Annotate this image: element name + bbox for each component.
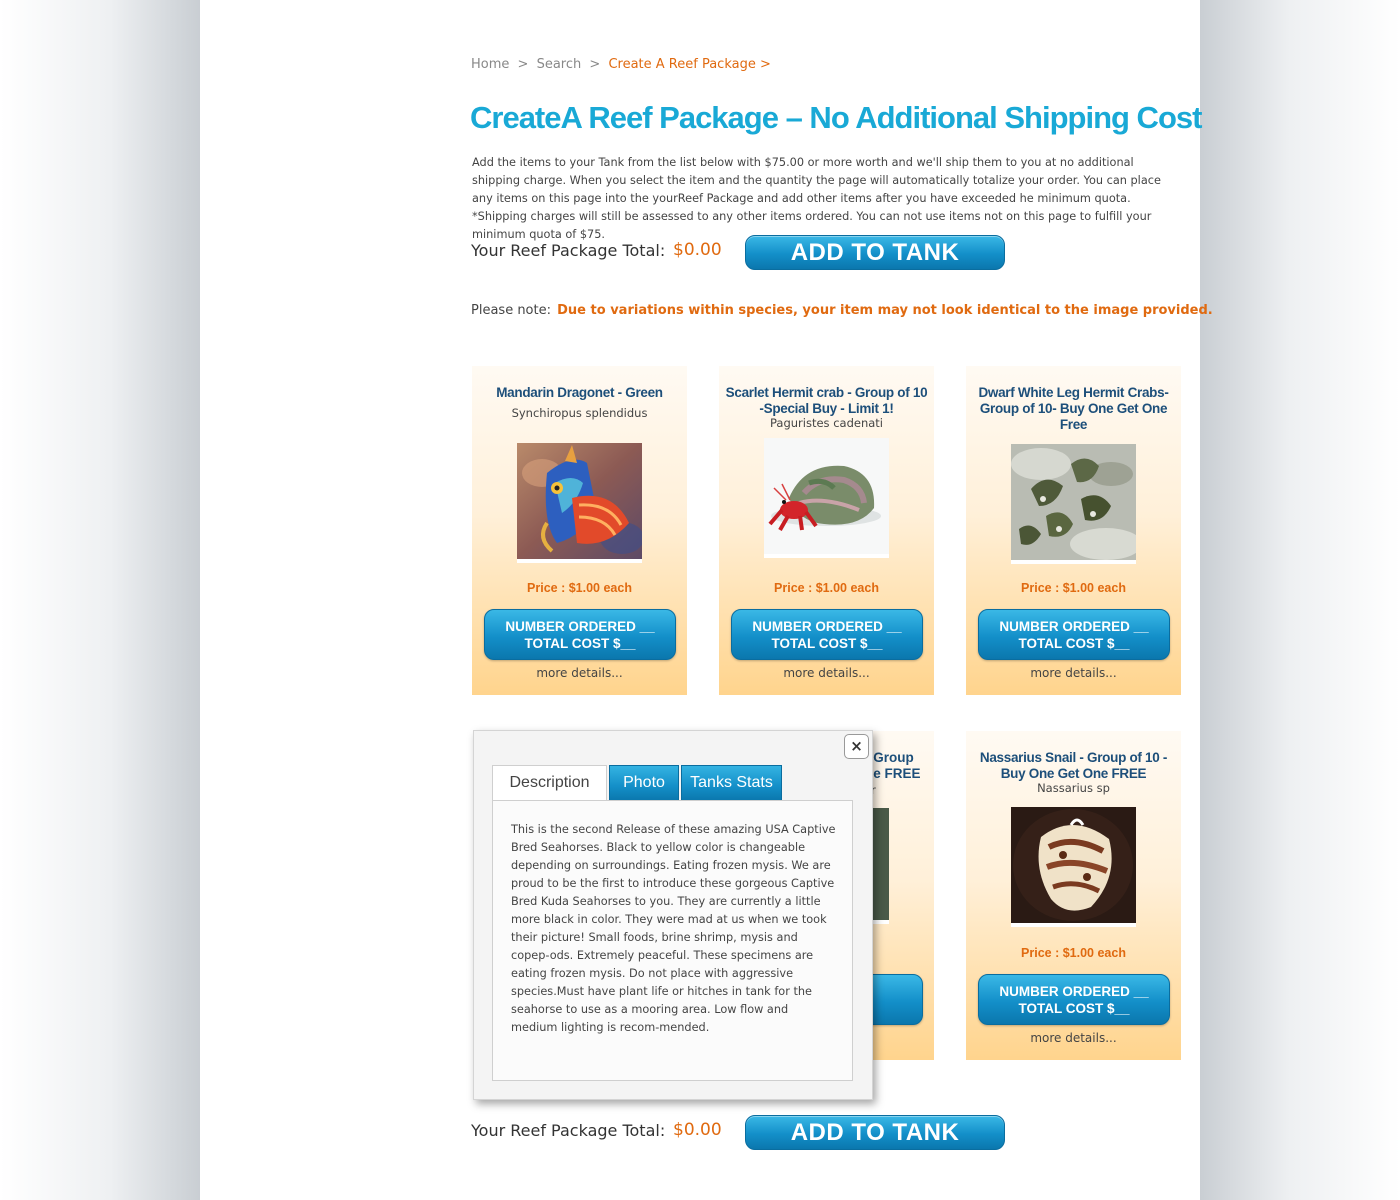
tab-tanks-stats[interactable]: Tanks Stats <box>681 765 782 801</box>
number-ordered-label: NUMBER ORDERED __ <box>999 619 1149 634</box>
package-total-top: Your Reef Package Total: $0.00 ADD TO TA… <box>471 235 1011 271</box>
total-cost-label: TOTAL COST $__ <box>1018 1001 1130 1016</box>
breadcrumb-separator: > <box>517 57 529 72</box>
number-ordered-button[interactable]: NUMBER ORDERED __ TOTAL COST $__ <box>978 974 1170 1025</box>
breadcrumb-search-link[interactable]: Search <box>537 57 582 72</box>
breadcrumb: Home > Search > Create A Reef Package > <box>471 57 771 72</box>
package-total-bottom: Your Reef Package Total: $0.00 ADD TO TA… <box>471 1115 1011 1151</box>
product-description: This is the second Release of these amaz… <box>511 823 836 1034</box>
product-scientific-name: Paguristes cadenati <box>770 416 883 430</box>
right-shadow <box>1200 0 1400 1200</box>
species-note: Please note: Due to variations within sp… <box>471 303 1213 318</box>
tab-photo[interactable]: Photo <box>609 765 679 801</box>
white-leg-hermit-crabs-photo[interactable] <box>1011 444 1136 564</box>
page-title: CreateA Reef Package – No Additional Shi… <box>470 100 1202 135</box>
product-title[interactable]: Scarlet Hermit crab - Group of 10 -Speci… <box>725 385 928 417</box>
note-warning: Due to variations within species, your i… <box>557 303 1213 318</box>
scarlet-hermit-crab-photo[interactable] <box>764 438 889 558</box>
product-details-popup: × Description Photo Tanks Stats This is … <box>473 730 873 1100</box>
tab-description[interactable]: Description <box>492 765 607 801</box>
product-card-nassarius-snail: Nassarius Snail - Group of 10 - Buy One … <box>966 731 1181 1060</box>
product-price: Price : $1.00 each <box>1021 581 1126 595</box>
package-total-value: $0.00 <box>673 240 722 260</box>
product-price: Price : $1.00 each <box>1021 946 1126 960</box>
number-ordered-label: NUMBER ORDERED __ <box>999 984 1149 999</box>
package-total-label: Your Reef Package Total: <box>471 1121 666 1140</box>
product-scientific-name: Nassarius sp <box>1037 781 1110 795</box>
breadcrumb-home-link[interactable]: Home <box>471 57 509 72</box>
total-cost-label: TOTAL COST $__ <box>1018 636 1130 651</box>
total-cost-label: TOTAL COST $__ <box>771 636 883 651</box>
breadcrumb-separator: > <box>589 57 601 72</box>
number-ordered-button[interactable]: NUMBER ORDERED __ TOTAL COST $__ <box>731 609 923 660</box>
number-ordered-label: NUMBER ORDERED __ <box>505 619 655 634</box>
add-to-tank-button[interactable]: ADD TO TANK <box>745 235 1005 270</box>
mandarin-dragonet-photo[interactable] <box>517 443 642 563</box>
more-details-link[interactable]: more details... <box>719 666 934 680</box>
close-icon[interactable]: × <box>844 734 869 759</box>
total-cost-label: TOTAL COST $__ <box>524 636 636 651</box>
product-price: Price : $1.00 each <box>774 581 879 595</box>
product-scientific-name: Synchiropus splendidus <box>511 406 648 420</box>
product-card-scarlet-hermit-crab: Scarlet Hermit crab - Group of 10 -Speci… <box>719 366 934 695</box>
number-ordered-label: NUMBER ORDERED __ <box>752 619 902 634</box>
intro-text: Add the items to your Tank from the list… <box>472 156 1161 241</box>
product-title[interactable]: Nassarius Snail - Group of 10 - Buy One … <box>972 750 1175 782</box>
breadcrumb-current: Create A Reef Package > <box>608 57 771 72</box>
product-title[interactable]: Dwarf White Leg Hermit Crabs- Group of 1… <box>972 385 1175 433</box>
number-ordered-button[interactable]: NUMBER ORDERED __ TOTAL COST $__ <box>978 609 1170 660</box>
left-shadow <box>0 0 200 1200</box>
package-total-value: $0.00 <box>673 1120 722 1140</box>
product-card-mandarin-dragonet: Mandarin Dragonet - Green Synchiropus sp… <box>472 366 687 695</box>
product-title[interactable]: Mandarin Dragonet - Green <box>478 385 681 401</box>
product-card-white-leg-hermit-crabs: Dwarf White Leg Hermit Crabs- Group of 1… <box>966 366 1181 695</box>
tab-panel-description: This is the second Release of these amaz… <box>492 800 853 1081</box>
package-total-label: Your Reef Package Total: <box>471 241 666 260</box>
more-details-link[interactable]: more details... <box>966 666 1181 680</box>
product-title[interactable]: - Group ne FREE <box>865 750 934 782</box>
number-ordered-button[interactable]: NUMBER ORDERED __ TOTAL COST $__ <box>484 609 676 660</box>
product-price: Price : $1.00 each <box>527 581 632 595</box>
note-prefix: Please note: <box>471 303 551 318</box>
nassarius-snail-photo[interactable] <box>1011 807 1136 927</box>
page: Home > Search > Create A Reef Package > … <box>200 0 1213 1200</box>
add-to-tank-button[interactable]: ADD TO TANK <box>745 1115 1005 1150</box>
more-details-link[interactable]: more details... <box>966 1031 1181 1045</box>
more-details-link[interactable]: more details... <box>472 666 687 680</box>
